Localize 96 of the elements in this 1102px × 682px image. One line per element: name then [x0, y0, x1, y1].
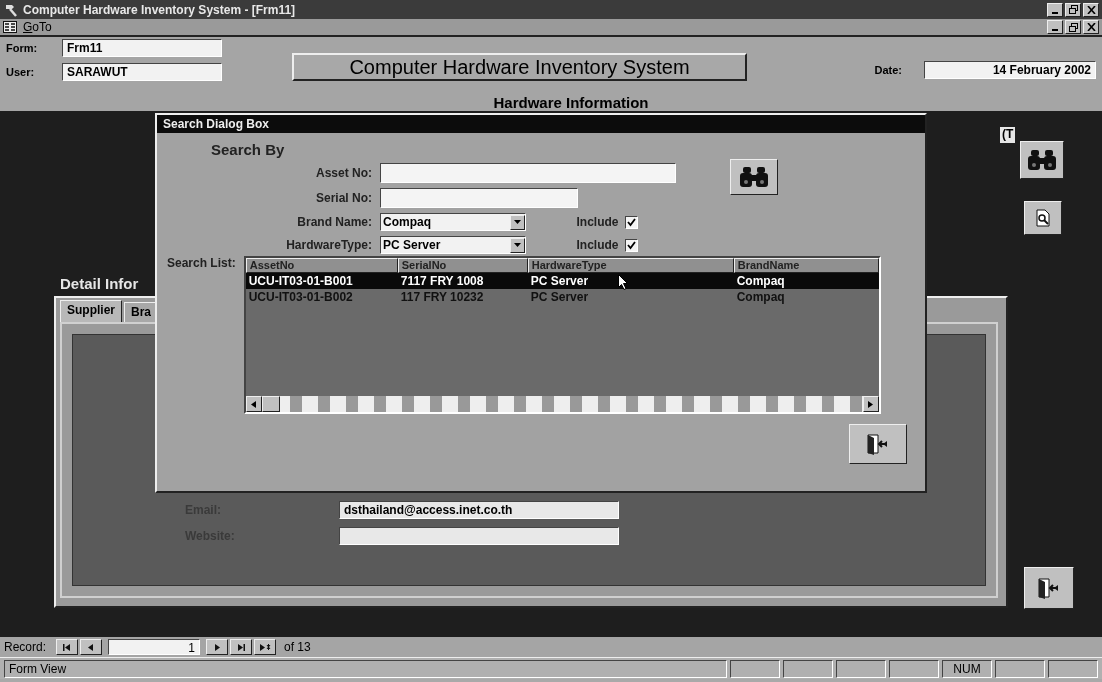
close-button[interactable]	[1083, 2, 1099, 17]
horizontal-scrollbar[interactable]	[245, 396, 879, 412]
next-record-button[interactable]	[206, 639, 229, 655]
next-record-icon	[213, 642, 222, 652]
previous-record-icon	[87, 642, 96, 652]
field-label: Asset No:	[315, 166, 372, 180]
minimize-icon	[1052, 11, 1058, 14]
list-row[interactable]: UCU-IT03-01-B001 7117 FRY 1008 PC Server Compaq	[245, 273, 879, 289]
label-fragment: (T	[1000, 127, 1016, 143]
first-record-icon	[62, 642, 73, 652]
last-record-button[interactable]	[230, 639, 253, 655]
dropdown[interactable]: PC Server	[380, 236, 526, 254]
user-label: User:	[6, 65, 36, 78]
record-number-field[interactable]: 1	[108, 639, 201, 655]
list-label: Search List:	[167, 256, 236, 272]
status-text: Form View	[4, 659, 727, 678]
section-heading: Search By	[210, 141, 286, 158]
column-header[interactable]: AssetNo	[245, 258, 398, 273]
last-record-icon	[236, 642, 247, 652]
exit-button[interactable]	[849, 424, 907, 464]
status-indicator: NUM	[942, 659, 992, 678]
form-icon[interactable]	[3, 21, 17, 33]
minimize-button[interactable]	[1047, 20, 1063, 34]
input-field[interactable]	[380, 188, 578, 208]
binoculars-icon	[739, 165, 769, 189]
list-cell-text: PC Server	[529, 289, 590, 305]
search-button[interactable]	[1020, 141, 1064, 179]
record-count: of 13	[284, 640, 311, 654]
column-header[interactable]: HardwareType	[527, 258, 734, 273]
close-icon	[1086, 23, 1096, 31]
dropdown[interactable]: Compaq	[380, 213, 526, 231]
right-arrow-icon	[868, 400, 874, 408]
minimize-icon	[1052, 29, 1058, 31]
status-panel	[730, 659, 780, 678]
previous-record-button[interactable]	[80, 639, 103, 655]
binoculars-icon	[1027, 148, 1057, 172]
field-label: HardwareType:	[285, 238, 372, 252]
user-field[interactable]: SARAWUT	[62, 62, 222, 81]
status-panel	[783, 659, 833, 678]
record-label: Record:	[4, 640, 47, 654]
scroll-right-button[interactable]	[862, 396, 879, 412]
window-title: Computer Hardware Inventory System - [Frm11]	[23, 2, 297, 17]
list-cell-text: UCU-IT03-01-B001	[247, 273, 354, 289]
minimize-button[interactable]	[1047, 2, 1063, 17]
input-field[interactable]: dsthailand@access.inet.co.th	[339, 501, 619, 519]
caret-icon	[514, 220, 521, 224]
field-label: Brand Name:	[296, 215, 372, 229]
search-list[interactable]: AssetNo SerialNo HardwareType BrandName UCU-IT03-01-B001 7117 FRY 1008 PC Server Compaq UCU-IT03-01-B002 117 FRY 10232 PC Server Compaq	[243, 256, 881, 414]
scroll-left-button[interactable]	[245, 396, 262, 412]
first-record-button[interactable]	[56, 639, 79, 655]
list-cell-text: UCU-IT03-01-B002	[247, 289, 354, 305]
close-button[interactable]	[1083, 20, 1099, 34]
list-row[interactable]: UCU-IT03-01-B002 117 FRY 10232 PC Server Compaq	[245, 289, 879, 305]
form-label: Form:	[6, 42, 39, 55]
date-label: Date:	[874, 64, 902, 76]
input-field[interactable]	[339, 527, 619, 545]
search-button[interactable]	[730, 159, 778, 195]
form-field[interactable]: Frm11	[62, 39, 222, 58]
list-cell-text: PC Server	[529, 273, 590, 289]
close-icon	[1086, 5, 1096, 14]
section-heading: Detail Infor	[60, 275, 139, 292]
checkbox-label: Include	[576, 215, 619, 229]
status-panel	[836, 659, 886, 678]
status-panel	[1048, 659, 1098, 678]
list-cell-text: 7117 FRY 1008	[399, 273, 485, 289]
checkbox-label: Include	[576, 238, 619, 252]
mouse-cursor-icon	[617, 274, 628, 290]
restore-button[interactable]	[1065, 2, 1081, 17]
list-cell-text: Compaq	[735, 289, 786, 305]
field-label: Serial No:	[315, 191, 372, 205]
status-panel	[995, 659, 1045, 678]
new-record-button[interactable]	[254, 639, 277, 655]
checkbox[interactable]	[624, 238, 638, 252]
dropdown-button[interactable]	[510, 214, 525, 230]
form-title: Computer Hardware Inventory System	[292, 53, 747, 81]
column-header[interactable]: BrandName	[733, 258, 879, 273]
new-record-icon	[259, 642, 272, 652]
tab[interactable]: Supplier	[60, 300, 122, 322]
status-panel	[889, 659, 939, 678]
dropdown-button[interactable]	[510, 237, 525, 253]
caret-icon	[514, 243, 521, 247]
list-cell-text: Compaq	[735, 273, 786, 289]
column-header[interactable]: SerialNo	[397, 258, 528, 273]
preview-icon	[1035, 209, 1051, 227]
form-subtitle: Hardware Information	[492, 94, 649, 111]
left-arrow-icon	[251, 400, 257, 408]
dialog-title: Search Dialog Box	[157, 115, 925, 133]
menu-item[interactable]: GoTo	[23, 20, 52, 34]
app-icon	[3, 2, 19, 17]
list-cell-text: 117 FRY 10232	[399, 289, 485, 305]
input-field[interactable]	[380, 163, 676, 183]
exit-button[interactable]	[1024, 567, 1074, 609]
restore-button[interactable]	[1065, 20, 1081, 34]
preview-button[interactable]	[1024, 201, 1062, 235]
checkbox[interactable]	[624, 215, 638, 229]
date-field[interactable]: 14 February 2002	[924, 61, 1096, 79]
